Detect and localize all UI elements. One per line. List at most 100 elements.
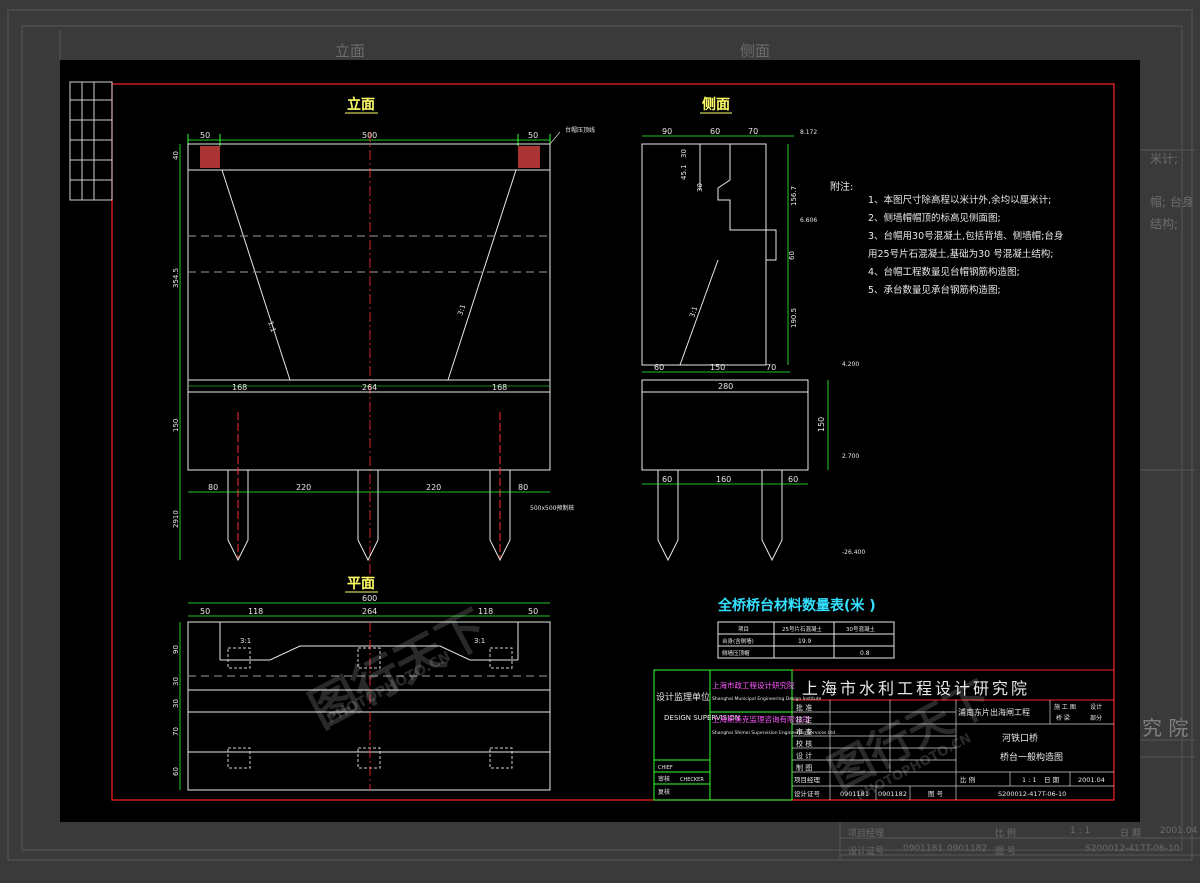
elevation-title: 立面 bbox=[347, 96, 375, 113]
elev-pile-note: 500x500预制桩 bbox=[530, 504, 574, 512]
notes-heading: 附注: bbox=[830, 180, 853, 193]
row-dwgno-label: 图 号 bbox=[928, 790, 944, 798]
row-date-label: 日 期 bbox=[1044, 776, 1060, 784]
side-pile-dim-0: 60 bbox=[662, 475, 672, 484]
drawing-sheet: 立面 50 500 50 台帽压顶线 1:1 3:1 168 264 168 bbox=[60, 60, 1140, 822]
note-5: 5、承台数量见承台钢筋构造图; bbox=[868, 284, 1001, 296]
qt-row1-label: 台身(含侧墙) bbox=[722, 637, 754, 645]
qt-row2-v2: 0.8 bbox=[860, 650, 870, 657]
note-3: 3、台帽用30号混凝土,包括背墙、侧墙帽;台身 bbox=[868, 230, 1063, 242]
plan-left-dim-2: 30 bbox=[172, 699, 180, 708]
elev-pile-dim-0: 80 bbox=[208, 483, 218, 492]
side-pile-dim-1: 160 bbox=[716, 475, 731, 484]
org1-cn: 上海市政工程设计研究院 bbox=[712, 680, 795, 690]
quantity-table-title: 全桥桥台材料数量表(米 ) bbox=[717, 597, 876, 614]
role-1: 核 定 bbox=[796, 715, 812, 724]
side-dim-60: 60 bbox=[788, 251, 796, 260]
side-base-dim-0: 60 bbox=[654, 363, 664, 372]
elev-pile-dim-2: 220 bbox=[426, 483, 441, 492]
note-4: 4、台帽工程数量见台帽钢筋构造图; bbox=[868, 266, 1020, 278]
plan-dim-1: 118 bbox=[248, 607, 263, 616]
side-pile-dim-2: 60 bbox=[788, 475, 798, 484]
elev-slope-left: 1:1 bbox=[266, 320, 277, 333]
plan-dim-3: 118 bbox=[478, 607, 493, 616]
plan-title: 平面 bbox=[347, 576, 375, 592]
side-dim-150: 150 bbox=[817, 417, 826, 432]
part2: 部分 bbox=[1090, 714, 1102, 722]
org2-en: Shanghai Shimei Supervision Engineering … bbox=[712, 730, 836, 736]
elev-dim-top-0: 50 bbox=[200, 131, 210, 140]
side-top-dim-2: 70 bbox=[748, 127, 758, 136]
row-scale-label: 比 例 bbox=[960, 775, 975, 784]
side-dim-inner-1: 45.1 bbox=[680, 164, 688, 180]
qt-row1-v1: 19.9 bbox=[798, 638, 812, 645]
side-dim-inner-0: 30 bbox=[680, 149, 688, 158]
side-elev-top: 8.172 bbox=[800, 129, 817, 136]
row-cert-b: 0901182 bbox=[878, 790, 907, 798]
qt-header-0: 项目 bbox=[738, 626, 749, 633]
row-date: 2001.04 bbox=[1078, 776, 1105, 784]
elev-dim-mid-2: 168 bbox=[492, 383, 507, 392]
project-name: 浦南东片出海闸工程 bbox=[958, 707, 1030, 717]
plan-left-dim-0: 90 bbox=[172, 645, 180, 654]
role-3: 校 核 bbox=[796, 739, 812, 748]
side-dim-inner-2: 30 bbox=[696, 183, 704, 192]
supervision-label: 设计监理单位 bbox=[656, 691, 710, 703]
left-small-3: 复核 bbox=[658, 788, 670, 796]
plan-left-dim-3: 70 bbox=[172, 727, 180, 736]
elev-pile-dim-1: 220 bbox=[296, 483, 311, 492]
elev-left-dim-1: 354.5 bbox=[172, 268, 180, 288]
elev-cap-note: 台帽压顶线 bbox=[565, 126, 595, 134]
plan-left-dim-1: 30 bbox=[172, 677, 180, 686]
side-elev-6606: 6.606 bbox=[800, 217, 817, 224]
side-elev-4200: 4.200 bbox=[842, 361, 859, 368]
cad-drawing: 立面 50 500 50 台帽压顶线 1:1 3:1 168 264 168 bbox=[69, 81, 1115, 801]
side-base-dim-2: 70 bbox=[766, 363, 776, 372]
side-base-width: 280 bbox=[718, 382, 733, 391]
elev-dim-mid-0: 168 bbox=[232, 383, 247, 392]
row-cert-label: 设计证号 bbox=[794, 789, 821, 798]
side-title: 侧面 bbox=[702, 96, 730, 113]
elev-left-dim-2: 150 bbox=[172, 419, 180, 432]
side-elev-bottom: -26.400 bbox=[842, 549, 865, 556]
qt-header-1: 25号片石混凝土 bbox=[782, 625, 822, 633]
row-scale: 1 : 1 bbox=[1022, 776, 1037, 784]
role-4: 设 计 bbox=[796, 751, 812, 760]
side-top-dim-0: 90 bbox=[662, 127, 672, 136]
role-2: 审 查 bbox=[796, 727, 812, 736]
elevation-view: 立面 50 500 50 台帽压顶线 1:1 3:1 168 264 168 bbox=[172, 96, 595, 580]
side-top-dim-1: 60 bbox=[710, 127, 720, 136]
elev-dim-mid-1: 264 bbox=[362, 383, 377, 392]
plan-total: 600 bbox=[362, 594, 377, 603]
elev-left-dim-3: 2910 bbox=[172, 510, 180, 528]
bridge-name: 河铁口桥 bbox=[1002, 732, 1038, 744]
side-elev-2700: 2.700 bbox=[842, 453, 859, 460]
plan-dim-4: 50 bbox=[528, 607, 538, 616]
row-project-manager: 项目经理 bbox=[794, 775, 821, 784]
plan-view: 平面 600 50 118 264 118 50 3:1 3:1 90 30 3… bbox=[172, 576, 551, 791]
plan-slope-right: 3:1 bbox=[474, 637, 485, 645]
role-0: 批 准 bbox=[796, 703, 812, 712]
institute-name: 上海市水利工程设计研究院 bbox=[802, 679, 1030, 698]
left-small-1: 审核 bbox=[658, 775, 670, 783]
elev-dim-top-2: 50 bbox=[528, 131, 538, 140]
plan-dim-2: 264 bbox=[362, 607, 377, 616]
row-dwgno: S200012-417T-06-10 bbox=[998, 790, 1066, 798]
note-3b: 用25号片石混凝土,基础为30 号混凝土结构; bbox=[868, 248, 1053, 260]
title-block: 上海市水利工程设计研究院 设计监理单位 DESIGN SUPERVISION 上… bbox=[653, 669, 1115, 801]
org2-cn: 上海斯美克监理咨询有限公司 bbox=[712, 714, 810, 724]
side-dim-1905: 190.5 bbox=[790, 308, 798, 328]
side-base-dim-1: 150 bbox=[710, 363, 725, 372]
side-view: 侧面 90 60 70 8.172 30 45.1 30 3:1 156.7 6… bbox=[641, 96, 865, 562]
elev-slope-right: 3:1 bbox=[456, 303, 467, 316]
note-1: 1、本图尺寸除高程以米计外,余均以厘米计; bbox=[868, 194, 1051, 206]
plan-dim-0: 50 bbox=[200, 607, 210, 616]
left-small-2: CHECKER bbox=[680, 777, 704, 783]
left-small-0: CHIEF bbox=[658, 765, 673, 771]
qt-row2-label: 侧墙压顶帽 bbox=[722, 649, 750, 657]
row-cert-a: 0901181 bbox=[840, 790, 869, 798]
role-5: 制 图 bbox=[796, 763, 812, 772]
plan-left-dim-4: 60 bbox=[172, 767, 180, 776]
org1-en: Shanghai Municipal Engineering Design In… bbox=[712, 696, 822, 702]
drawing-name: 桥台一般构造图 bbox=[1000, 751, 1063, 763]
